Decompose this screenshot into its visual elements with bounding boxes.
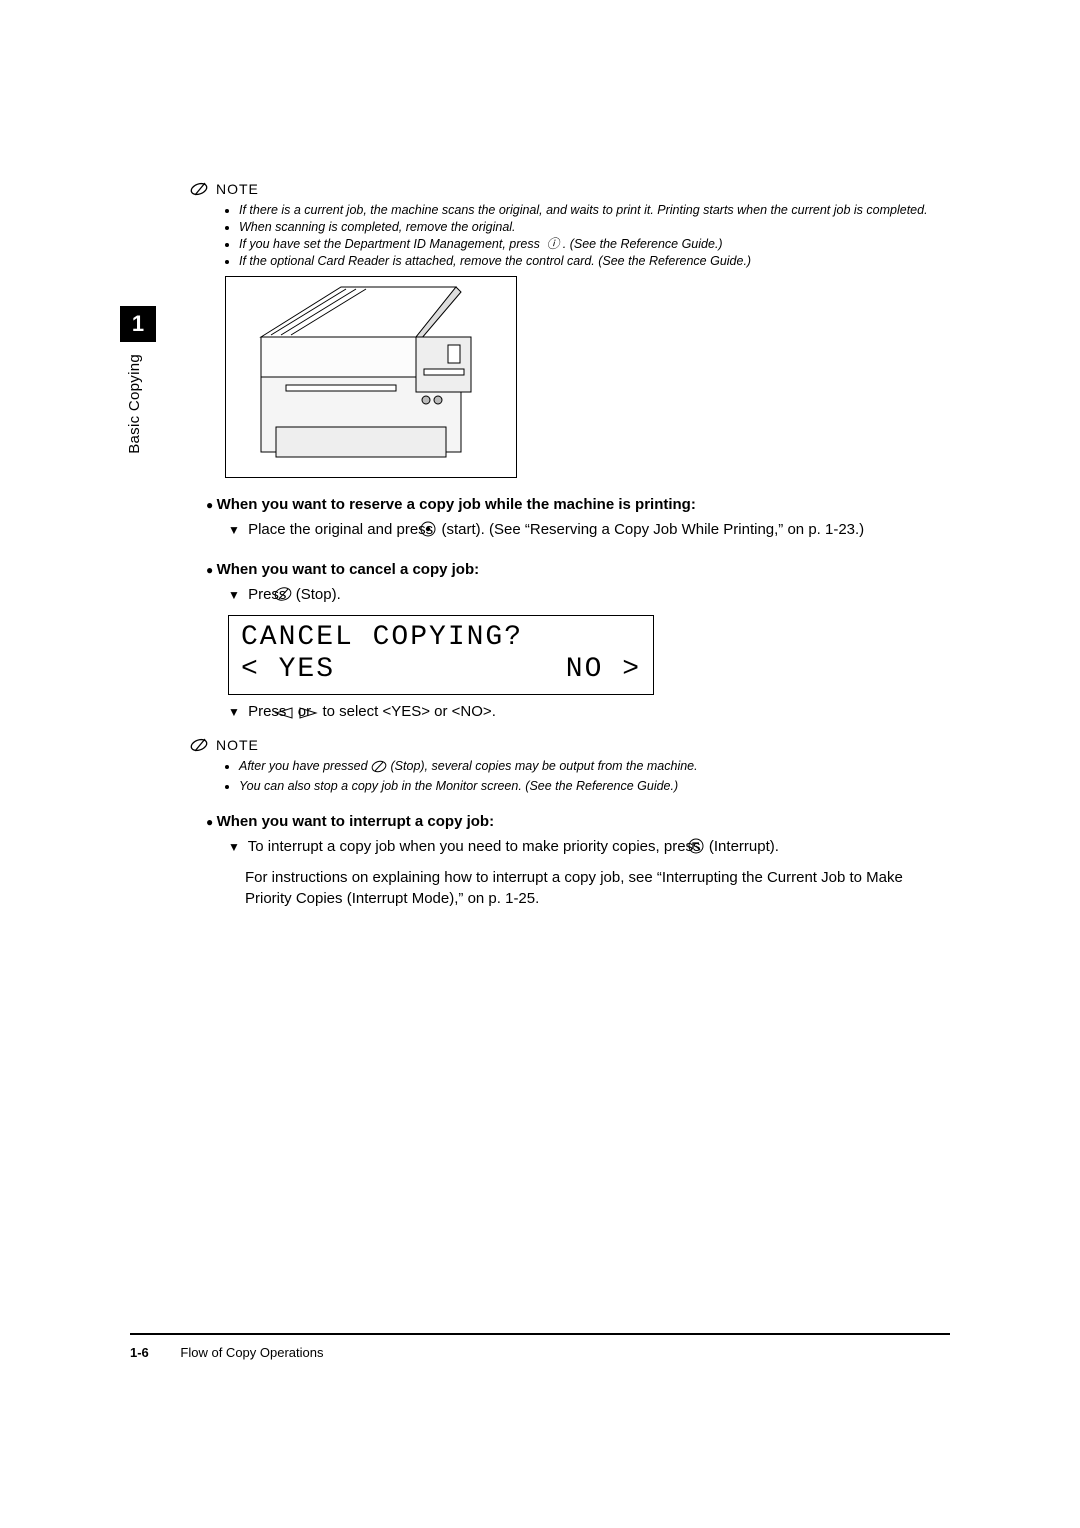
text: Place the original and press [248,521,437,538]
triangle-icon: ▼ [228,840,240,854]
printer-svg [226,277,516,477]
note-label: NOTE [216,737,259,753]
stop-key-icon [371,760,387,778]
lcd-line-1: CANCEL COPYING? [241,622,641,654]
page-footer: 1-6 Flow of Copy Operations [130,1333,950,1360]
text: to select <YES> or <NO>. [322,703,495,720]
left-key-icon [291,704,294,726]
right-key-icon [315,704,318,726]
lcd-yes: < YES [241,654,335,686]
note-item: When scanning is completed, remove the o… [239,219,950,236]
footer-title: Flow of Copy Operations [180,1345,323,1360]
stop-key-icon [291,586,292,609]
text: (Stop). [296,586,341,603]
heading-cancel: When you want to cancel a copy job: [206,561,950,578]
text: (Stop), several copies may be output fro… [391,759,698,773]
page-content: NOTE If there is a current job, the mach… [130,180,950,910]
note-label: NOTE [216,181,259,197]
printer-illustration [225,276,517,478]
note-icon [190,180,210,198]
note-list-1: If there is a current job, the machine s… [225,202,950,270]
heading-interrupt: When you want to interrupt a copy job: [206,813,950,830]
interrupt-body: For instructions on explaining how to in… [245,867,950,911]
interrupt-instruction: ▼ To interrupt a copy job when you need … [228,836,950,861]
text: To interrupt a copy job when you need to… [248,838,705,855]
text: (start). (See “Reserving a Copy Job Whil… [442,521,865,538]
triangle-icon: ▼ [228,588,240,602]
reserve-instruction: ▼ Place the original and press (start). … [228,519,950,544]
note-item: If you have set the Department ID Manage… [239,236,950,253]
note-icon [190,736,210,754]
triangle-icon: ▼ [228,523,240,537]
note-item: You can also stop a copy job in the Moni… [239,778,950,795]
lcd-display: CANCEL COPYING? < YES NO > [228,615,654,695]
text: (Interrupt). [709,838,779,855]
page-number: 1-6 [130,1345,149,1360]
note-item: If the optional Card Reader is attached,… [239,253,950,270]
lcd-no: NO > [566,654,641,686]
text: After you have pressed [239,759,371,773]
note-item: After you have pressed (Stop), several c… [239,758,950,778]
note-heading-2: NOTE [190,736,950,754]
cancel-select-line: ▼ Press or to select <YES> or <NO>. [228,701,950,726]
note-item: If there is a current job, the machine s… [239,202,950,219]
triangle-icon: ▼ [228,705,240,719]
note-heading: NOTE [190,180,950,198]
heading-reserve: When you want to reserve a copy job whil… [206,496,950,513]
cancel-press-stop: ▼ Press (Stop). [228,584,950,609]
note-list-2: After you have pressed (Stop), several c… [225,758,950,795]
